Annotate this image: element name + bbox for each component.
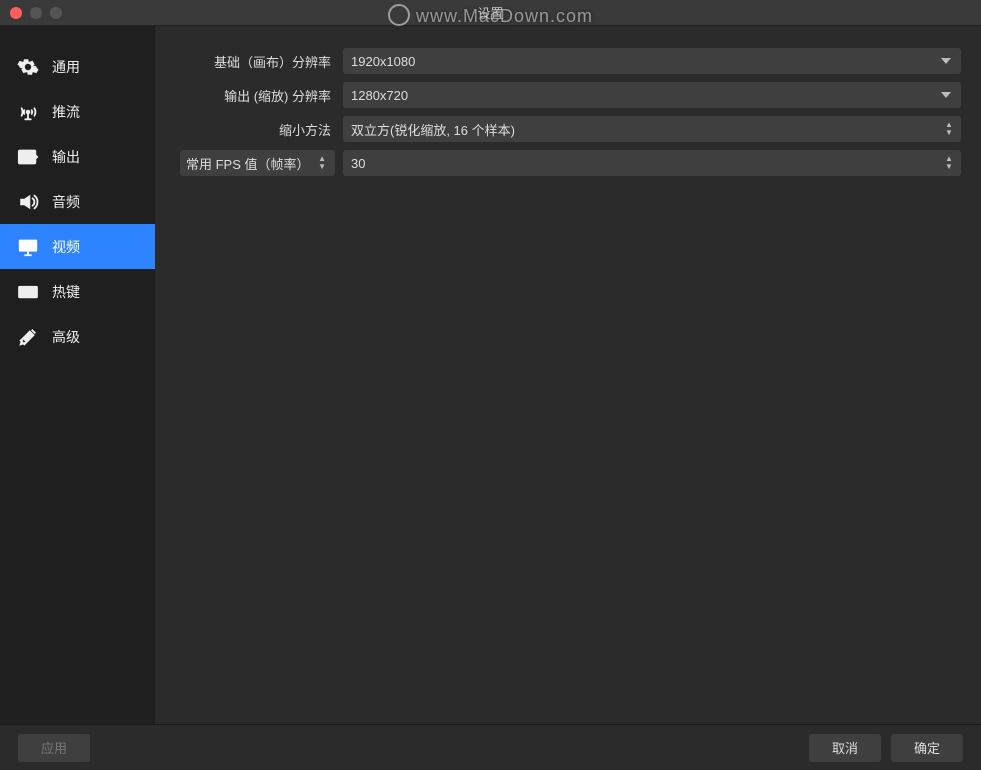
titlebar: 设置 (0, 0, 981, 26)
downscale-filter-combo[interactable]: 双立方(锐化缩放, 16 个样本) ▲▼ (343, 116, 961, 142)
row-output-resolution: 输出 (缩放) 分辨率 1280x720 (165, 82, 961, 108)
window-controls (10, 7, 62, 19)
sidebar-item-label: 音频 (52, 192, 80, 212)
updown-icon: ▲▼ (941, 150, 957, 176)
sidebar: 通用 推流 输出 音频 视频 (0, 26, 155, 724)
chevron-down-icon (937, 82, 955, 108)
fps-type-selector[interactable]: 常用 FPS 值（帧率） ▲▼ (180, 150, 335, 176)
sidebar-item-label: 热键 (52, 282, 80, 302)
updown-icon: ▲▼ (941, 116, 957, 142)
apply-button[interactable]: 应用 (18, 734, 90, 762)
row-fps: 常用 FPS 值（帧率） ▲▼ 30 ▲▼ (165, 150, 961, 176)
close-icon[interactable] (10, 7, 22, 19)
sidebar-item-label: 视频 (52, 237, 80, 257)
sidebar-item-label: 通用 (52, 57, 80, 77)
row-base-resolution: 基础（画布）分辨率 1920x1080 (165, 48, 961, 74)
label-downscale-filter: 缩小方法 (165, 120, 335, 139)
sidebar-item-output[interactable]: 输出 (0, 134, 155, 179)
fps-value-combo[interactable]: 30 ▲▼ (343, 150, 961, 176)
label-output-resolution: 输出 (缩放) 分辨率 (165, 86, 335, 105)
combo-value: 1920x1080 (351, 54, 415, 69)
main-panel: 基础（画布）分辨率 1920x1080 输出 (缩放) 分辨率 1280x720… (155, 26, 981, 724)
sidebar-item-hotkeys[interactable]: 热键 (0, 269, 155, 314)
combo-value: 1280x720 (351, 88, 408, 103)
antenna-icon (14, 101, 42, 123)
sidebar-item-stream[interactable]: 推流 (0, 89, 155, 134)
sidebar-item-label: 高级 (52, 327, 80, 347)
base-resolution-combo[interactable]: 1920x1080 (343, 48, 961, 74)
minimize-icon[interactable] (30, 7, 42, 19)
footer: 应用 取消 确定 (0, 724, 981, 770)
monitor-icon (14, 236, 42, 258)
label-base-resolution: 基础（画布）分辨率 (165, 52, 335, 71)
row-downscale-filter: 缩小方法 双立方(锐化缩放, 16 个样本) ▲▼ (165, 116, 961, 142)
speaker-icon (14, 191, 42, 213)
output-icon (14, 146, 42, 168)
sidebar-item-video[interactable]: 视频 (0, 224, 155, 269)
label-fps: 常用 FPS 值（帧率） (186, 154, 309, 173)
updown-icon: ▲▼ (315, 155, 329, 171)
cancel-button[interactable]: 取消 (809, 734, 881, 762)
sidebar-item-label: 推流 (52, 102, 80, 122)
sidebar-item-label: 输出 (52, 147, 80, 167)
sidebar-item-general[interactable]: 通用 (0, 44, 155, 89)
window-title: 设置 (0, 3, 981, 22)
output-resolution-combo[interactable]: 1280x720 (343, 82, 961, 108)
chevron-down-icon (937, 48, 955, 74)
tools-icon (14, 326, 42, 348)
keyboard-icon (14, 281, 42, 303)
sidebar-item-audio[interactable]: 音频 (0, 179, 155, 224)
combo-value: 双立方(锐化缩放, 16 个样本) (351, 120, 515, 139)
gear-icon (14, 56, 42, 78)
ok-button[interactable]: 确定 (891, 734, 963, 762)
combo-value: 30 (351, 156, 365, 171)
sidebar-item-advanced[interactable]: 高级 (0, 314, 155, 359)
zoom-icon[interactable] (50, 7, 62, 19)
